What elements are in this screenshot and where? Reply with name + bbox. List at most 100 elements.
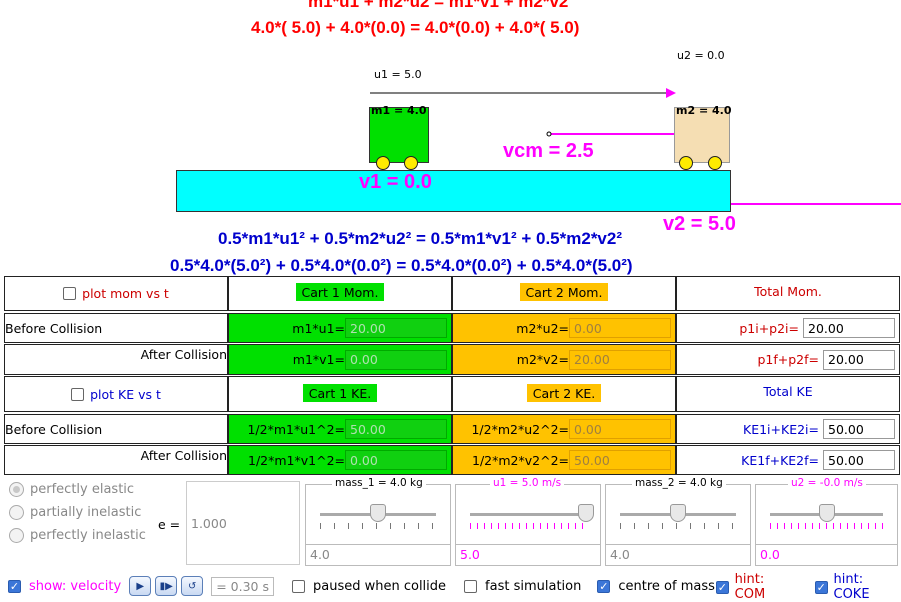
- step-button[interactable]: ▮▶: [155, 576, 177, 596]
- cart1-ke-header: Cart 1 KE.: [228, 376, 452, 412]
- radio-elastic[interactable]: perfectly elastic: [9, 482, 134, 497]
- cart-1-wheel-right: [404, 156, 418, 170]
- cart2-ke-header: Cart 2 KE.: [452, 376, 676, 412]
- u1-arrowhead: [666, 88, 676, 98]
- p-initial-field[interactable]: 20.00: [803, 318, 895, 338]
- time-field: = 0.30 s: [211, 577, 274, 596]
- cart-2-wheel-right: [708, 156, 722, 170]
- reset-button[interactable]: ↺: [181, 576, 203, 596]
- radio-elastic-button[interactable]: [9, 482, 24, 497]
- u2-slider-ticks: [770, 523, 883, 529]
- u1-slider-box: u1 = 5.0 m/s: [455, 484, 601, 548]
- m1v1-label: m1*v1=: [293, 352, 345, 367]
- show-velocity-label: show: velocity: [29, 579, 121, 594]
- e-field[interactable]: 1.000: [186, 481, 300, 565]
- ke2f-field[interactable]: 50.00: [569, 450, 671, 470]
- vcm-origin: [547, 132, 551, 136]
- hint-com-checkbox[interactable]: ✓: [716, 581, 729, 594]
- radio-elastic-label: perfectly elastic: [30, 482, 134, 497]
- total-mom-header: Total Mom.: [676, 276, 900, 311]
- p-initial-label: p1i+p2i=: [739, 321, 799, 336]
- m1v1-field[interactable]: 0.00: [345, 350, 447, 370]
- u1-slider-track: [470, 513, 586, 516]
- bottom-bar: ✓ show: velocity ▶ ▮▶ ↺ = 0.30 s paused …: [8, 576, 715, 596]
- after-mom-label: After Collision: [4, 344, 228, 375]
- u2-slider-title: u2 = -0.0 m/s: [788, 477, 866, 489]
- mass2-slider-thumb[interactable]: [670, 504, 686, 522]
- com-label: centre of mass: [618, 579, 715, 594]
- m1-label: m1 = 4.0: [371, 104, 426, 117]
- v2-label: v2 = 5.0: [663, 213, 736, 236]
- cart2-mom-header: Cart 2 Mom.: [452, 276, 676, 311]
- mass2-slider-box: mass_2 = 4.0 kg: [605, 484, 751, 548]
- u1-value-field[interactable]: 5.0: [455, 544, 601, 566]
- m2u2-cell: m2*u2= 0.00: [452, 313, 676, 343]
- u2-value-field[interactable]: 0.0: [755, 544, 898, 566]
- radio-inelastic-button[interactable]: [9, 528, 24, 543]
- ke1f-field[interactable]: 0.00: [345, 450, 447, 470]
- ke2f-label: 1/2*m2*v2^2=: [472, 453, 569, 468]
- mass1-value-field[interactable]: 4.0: [305, 544, 451, 566]
- u1-slider-thumb[interactable]: [578, 504, 594, 522]
- mass2-value-field[interactable]: 4.0: [605, 544, 751, 566]
- vcm-label: vcm = 2.5: [503, 140, 594, 163]
- plot-mom-cell: plot mom vs t: [4, 276, 228, 311]
- total-ke-header: Total KE: [676, 376, 900, 412]
- track: [176, 170, 731, 212]
- ke-initial-cell: KE1i+KE2i= 50.00: [676, 414, 900, 444]
- m2v2-cell: m2*v2= 20.00: [452, 344, 676, 375]
- plot-ke-label: plot KE vs t: [90, 387, 161, 402]
- before-mom-label: Before Collision: [4, 313, 228, 343]
- paused-label: paused when collide: [313, 579, 446, 594]
- ke1i-field[interactable]: 50.00: [345, 419, 447, 439]
- ke-final-field[interactable]: 50.00: [823, 450, 895, 470]
- m2v2-label: m2*v2=: [517, 352, 569, 367]
- cart-1-wheel-left: [376, 156, 390, 170]
- ke-equation-symbolic: 0.5*m1*u1² + 0.5*m2*u2² = 0.5*m1*v1² + 0…: [218, 229, 622, 249]
- cart2-ke-label: Cart 2 KE.: [527, 384, 601, 402]
- ke1i-label: 1/2*m1*u1^2=: [247, 422, 345, 437]
- plot-ke-cell: plot KE vs t: [4, 376, 228, 412]
- cart1-mom-label: Cart 1 Mom.: [296, 283, 385, 301]
- u2-slider-thumb[interactable]: [819, 504, 835, 522]
- plot-ke-checkbox[interactable]: [71, 388, 84, 401]
- ke-initial-label: KE1i+KE2i=: [743, 422, 819, 437]
- ke-final-cell: KE1f+KE2f= 50.00: [676, 445, 900, 475]
- plot-mom-checkbox[interactable]: [63, 287, 76, 300]
- radio-inelastic-label: perfectly inelastic: [30, 528, 146, 543]
- radio-inelastic[interactable]: perfectly inelastic: [9, 528, 146, 543]
- m1u1-cell: m1*u1= 20.00: [228, 313, 452, 343]
- show-velocity-checkbox[interactable]: ✓: [8, 580, 21, 593]
- u1-slider-ticks: [470, 523, 586, 529]
- paused-checkbox[interactable]: [292, 580, 305, 593]
- m2u2-field[interactable]: 0.00: [569, 318, 671, 338]
- mass1-slider-thumb[interactable]: [370, 504, 386, 522]
- play-icon: ▶: [136, 581, 144, 592]
- play-button[interactable]: ▶: [129, 576, 151, 596]
- com-checkbox[interactable]: ✓: [597, 580, 610, 593]
- fast-label: fast simulation: [485, 579, 581, 594]
- ke-initial-field[interactable]: 50.00: [823, 419, 895, 439]
- mass1-slider-title: mass_1 = 4.0 kg: [332, 477, 426, 489]
- e-label: e =: [158, 517, 180, 532]
- step-icon: ▮▶: [160, 581, 173, 592]
- radio-partial[interactable]: partially inelastic: [9, 505, 141, 520]
- radio-partial-button[interactable]: [9, 505, 24, 520]
- cart1-ke-label: Cart 1 KE.: [303, 384, 377, 402]
- m1u1-field[interactable]: 20.00: [345, 318, 447, 338]
- m2u2-label: m2*u2=: [516, 321, 569, 336]
- m1v1-cell: m1*v1= 0.00: [228, 344, 452, 375]
- radio-partial-label: partially inelastic: [30, 505, 141, 520]
- hint-coke-checkbox[interactable]: ✓: [815, 581, 828, 594]
- p-final-cell: p1f+p2f= 20.00: [676, 344, 900, 375]
- fast-checkbox[interactable]: [464, 580, 477, 593]
- ke2i-field[interactable]: 0.00: [569, 419, 671, 439]
- ke1f-cell: 1/2*m1*v1^2= 0.00: [228, 445, 452, 475]
- mass1-slider-ticks: [320, 523, 436, 529]
- m1u1-label: m1*u1=: [292, 321, 345, 336]
- m2v2-field[interactable]: 20.00: [569, 350, 671, 370]
- ke1i-cell: 1/2*m1*u1^2= 50.00: [228, 414, 452, 444]
- p-final-field[interactable]: 20.00: [823, 350, 895, 370]
- ke1f-label: 1/2*m1*v1^2=: [248, 453, 345, 468]
- u1-slider-title: u1 = 5.0 m/s: [490, 477, 564, 489]
